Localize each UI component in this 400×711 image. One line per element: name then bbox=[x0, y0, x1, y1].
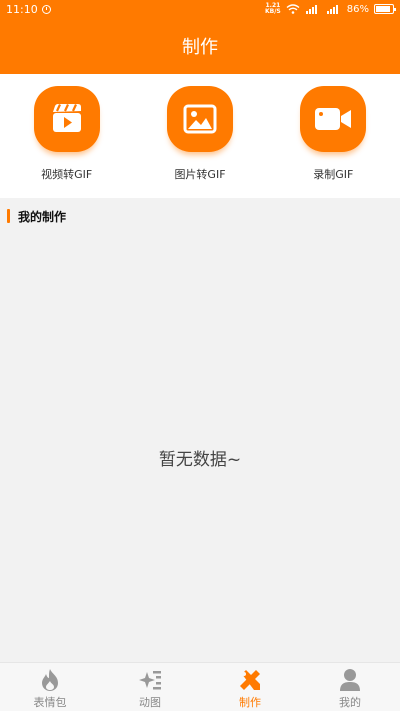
record-gif-button[interactable]: 录制GIF bbox=[267, 74, 400, 198]
tab-label: 表情包 bbox=[33, 696, 67, 709]
page-header: 制作 bbox=[0, 18, 400, 74]
bottom-tab-bar: 表情包 动图 制作 我的 bbox=[0, 662, 400, 711]
tab-animated[interactable]: 动图 bbox=[100, 663, 200, 711]
status-time: 11:10 bbox=[6, 2, 38, 16]
section-header: 我的制作 bbox=[0, 206, 400, 226]
tools-row: 视频转GIF 图片转GIF 录制GIF bbox=[0, 74, 400, 198]
battery-percent: 86% bbox=[346, 3, 369, 15]
signal-icon bbox=[305, 5, 317, 14]
image-to-gif-button[interactable]: 图片转GIF bbox=[133, 74, 266, 198]
tab-stickers[interactable]: 表情包 bbox=[0, 663, 100, 711]
tab-make[interactable]: 制作 bbox=[200, 663, 300, 711]
make-tools-icon bbox=[240, 670, 260, 690]
sparkle-icon bbox=[139, 671, 161, 690]
network-speed: 1.21 KB/S bbox=[265, 2, 281, 15]
tab-mine[interactable]: 我的 bbox=[300, 663, 400, 711]
page-title: 制作 bbox=[182, 37, 218, 58]
tool-label: 图片转GIF bbox=[174, 168, 226, 181]
signal-icon-2 bbox=[326, 5, 338, 14]
person-icon bbox=[340, 669, 360, 691]
section-title: 我的制作 bbox=[18, 209, 67, 224]
battery-fill bbox=[376, 6, 390, 12]
tab-label: 制作 bbox=[239, 696, 261, 709]
flame-icon bbox=[42, 669, 58, 691]
tool-label: 录制GIF bbox=[313, 168, 354, 181]
video-to-gif-button[interactable]: 视频转GIF bbox=[0, 74, 133, 198]
tool-label: 视频转GIF bbox=[41, 168, 93, 181]
image-icon bbox=[183, 104, 217, 134]
status-bar: 11:10 1.21 KB/S 86% bbox=[0, 0, 400, 18]
tab-label: 我的 bbox=[339, 696, 361, 709]
battery-icon bbox=[374, 4, 396, 14]
tab-label: 动图 bbox=[139, 696, 161, 709]
camera-record-icon bbox=[315, 108, 352, 130]
section-accent-bar bbox=[7, 209, 10, 223]
video-clapper-icon bbox=[52, 104, 81, 132]
wifi-icon bbox=[286, 4, 300, 14]
empty-state-text: 暂无数据~ bbox=[158, 450, 242, 470]
alarm-clock-icon bbox=[41, 4, 51, 14]
